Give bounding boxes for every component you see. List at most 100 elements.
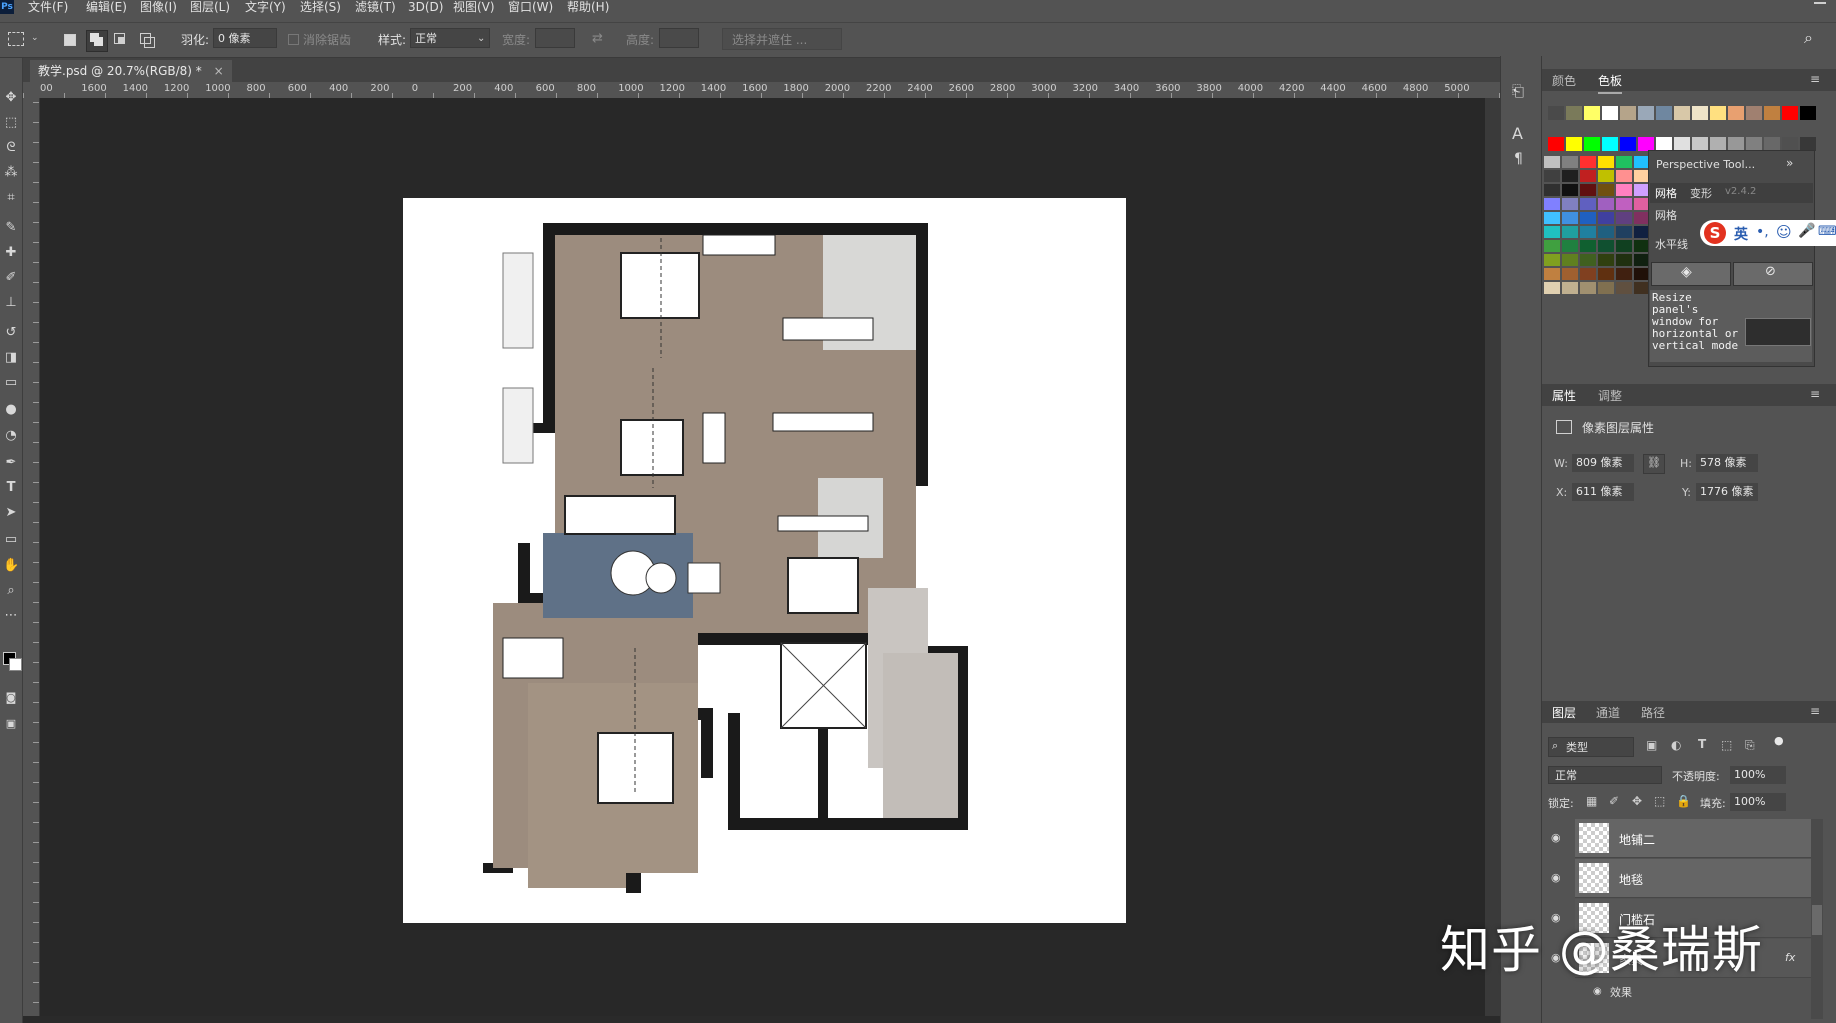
- blend-mode-select[interactable]: 正常: [1548, 766, 1662, 784]
- vertical-scrollbar[interactable]: [1485, 98, 1500, 1016]
- color-swatch[interactable]: [1580, 226, 1596, 238]
- clone-stamp-icon[interactable]: ⊥: [3, 295, 19, 311]
- lasso-tool-icon[interactable]: ᘓ: [3, 140, 19, 156]
- background-color-swatch[interactable]: [9, 658, 22, 671]
- tab-paths[interactable]: 路径: [1641, 702, 1665, 724]
- color-swatch[interactable]: [1616, 240, 1632, 252]
- history-panel-icon[interactable]: ⎗: [1512, 82, 1524, 100]
- marquee-tool-icon[interactable]: [8, 32, 24, 46]
- ime-keyboard-icon[interactable]: ⌨: [1818, 224, 1836, 239]
- color-swatch[interactable]: [1548, 106, 1564, 120]
- color-swatch[interactable]: [1562, 240, 1578, 252]
- color-swatch[interactable]: [1584, 106, 1600, 120]
- color-swatch[interactable]: [1544, 240, 1560, 252]
- color-swatch[interactable]: [1562, 282, 1578, 294]
- color-swatch[interactable]: [1580, 198, 1596, 210]
- color-swatch[interactable]: [1544, 198, 1560, 210]
- color-swatch[interactable]: [1544, 156, 1560, 168]
- chevron-down-icon[interactable]: ⌄: [31, 33, 39, 43]
- color-swatch[interactable]: [1562, 268, 1578, 280]
- y-field[interactable]: 1776 像素: [1696, 483, 1758, 501]
- layer-row[interactable]: 地毯: [1575, 859, 1811, 898]
- brush-tool-icon[interactable]: ✐: [3, 270, 19, 286]
- color-swatch[interactable]: [1674, 106, 1690, 120]
- swatch-row-basic[interactable]: [1548, 137, 1823, 151]
- menu-window[interactable]: 窗口(W): [508, 0, 553, 16]
- width-field[interactable]: 809 像素: [1572, 454, 1634, 472]
- crop-tool-icon[interactable]: ⌗: [3, 190, 19, 206]
- color-swatch[interactable]: [1616, 156, 1632, 168]
- more-tools-icon[interactable]: ⋯: [3, 608, 19, 624]
- color-swatch[interactable]: [1544, 226, 1560, 238]
- color-swatch[interactable]: [1580, 156, 1596, 168]
- color-swatch[interactable]: [1620, 137, 1636, 151]
- tab-layers[interactable]: 图层: [1552, 702, 1576, 724]
- filter-type-icon[interactable]: T: [1698, 737, 1706, 751]
- minimize-icon[interactable]: [1814, 2, 1826, 4]
- height-field[interactable]: 578 像素: [1696, 454, 1758, 472]
- move-tool-icon[interactable]: ✥: [3, 90, 19, 106]
- color-swatch[interactable]: [1598, 254, 1614, 266]
- lock-all-icon[interactable]: 🔒: [1676, 794, 1691, 808]
- lock-artboard-icon[interactable]: ⬚: [1654, 794, 1665, 808]
- height-input[interactable]: [659, 28, 699, 48]
- shape-tool-icon[interactable]: ▭: [3, 532, 19, 548]
- color-swatch[interactable]: [1562, 254, 1578, 266]
- color-swatch[interactable]: [1800, 137, 1816, 151]
- filter-toggle-icon[interactable]: ●: [1774, 734, 1784, 747]
- menu-layer[interactable]: 图层(L): [190, 0, 230, 16]
- color-swatch[interactable]: [1580, 184, 1596, 196]
- color-swatch[interactable]: [1562, 156, 1578, 168]
- color-swatch[interactable]: [1544, 170, 1560, 182]
- color-swatch[interactable]: [1638, 106, 1654, 120]
- color-swatch[interactable]: [1562, 226, 1578, 238]
- eraser-icon[interactable]: ◨: [3, 350, 19, 366]
- character-panel-icon[interactable]: A: [1512, 124, 1523, 143]
- color-swatch[interactable]: [1580, 254, 1596, 266]
- color-swatch[interactable]: [1656, 106, 1672, 120]
- tab-channels[interactable]: 通道: [1596, 702, 1620, 724]
- color-swatch[interactable]: [1616, 212, 1632, 224]
- menu-type[interactable]: 文字(Y): [245, 0, 286, 16]
- ime-mic-icon[interactable]: 🎤: [1798, 223, 1815, 239]
- color-swatch[interactable]: [1746, 106, 1762, 120]
- color-swatch[interactable]: [1598, 240, 1614, 252]
- eye-icon[interactable]: ◉: [1551, 832, 1565, 843]
- color-swatch[interactable]: [1598, 268, 1614, 280]
- width-input[interactable]: [535, 28, 575, 48]
- close-icon[interactable]: ×: [214, 64, 224, 78]
- lock-position-icon[interactable]: ✥: [1632, 794, 1642, 808]
- color-swatch[interactable]: [1616, 268, 1632, 280]
- screen-mode-icon[interactable]: ▣: [3, 716, 19, 732]
- tab-transform[interactable]: 变形: [1690, 185, 1712, 201]
- panel-menu-icon[interactable]: ≡: [1810, 704, 1820, 718]
- color-swatch[interactable]: [1764, 106, 1780, 120]
- filter-pixel-icon[interactable]: ▣: [1646, 738, 1657, 752]
- color-swatch[interactable]: [1598, 184, 1614, 196]
- menu-file[interactable]: 文件(F): [28, 0, 68, 16]
- hand-tool-icon[interactable]: ✋: [3, 558, 19, 574]
- new-selection-icon[interactable]: [64, 34, 76, 46]
- color-swatch[interactable]: [1544, 268, 1560, 280]
- color-swatch[interactable]: [1616, 170, 1632, 182]
- eyedropper-icon[interactable]: ✎: [3, 220, 19, 236]
- swatch-row-recent[interactable]: [1548, 106, 1823, 122]
- color-swatch[interactable]: [1598, 170, 1614, 182]
- x-field[interactable]: 611 像素: [1572, 483, 1634, 501]
- document-canvas[interactable]: [403, 198, 1126, 923]
- magic-wand-icon[interactable]: ⁂: [3, 165, 19, 181]
- gradient-tool-icon[interactable]: ▭: [3, 375, 19, 391]
- color-swatch[interactable]: [1674, 137, 1690, 151]
- feather-input[interactable]: 0 像素: [213, 28, 277, 48]
- color-swatch[interactable]: [1728, 106, 1744, 120]
- ime-lang-toggle[interactable]: 英: [1734, 224, 1748, 244]
- color-swatch[interactable]: [1638, 137, 1654, 151]
- tab-swatches[interactable]: 色板: [1598, 70, 1623, 94]
- color-swatch[interactable]: [1580, 212, 1596, 224]
- zoom-tool-icon[interactable]: ⌕: [3, 583, 19, 599]
- color-swatch[interactable]: [1584, 137, 1600, 151]
- color-swatch[interactable]: [1602, 106, 1618, 120]
- color-swatch[interactable]: [1782, 137, 1798, 151]
- collapse-icon[interactable]: »: [1786, 156, 1793, 170]
- lock-transparent-icon[interactable]: ▦: [1586, 794, 1597, 808]
